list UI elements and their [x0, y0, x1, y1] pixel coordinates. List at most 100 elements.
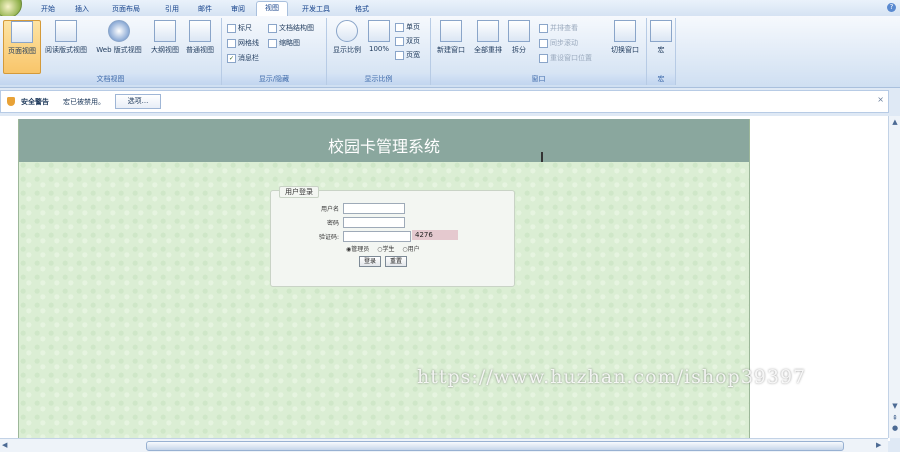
security-options-button[interactable]: 选项... [115, 94, 161, 109]
login-button[interactable]: 登录 [359, 256, 381, 267]
print-layout-button[interactable]: 页面视图 [3, 20, 41, 74]
scroll-up-icon[interactable]: ▲ [891, 118, 899, 126]
split-icon [508, 20, 530, 42]
reading-layout-icon [55, 20, 77, 42]
reset-window-icon [539, 53, 548, 63]
watermark-text: https://www.huzhan.com/ishop39397 [417, 366, 807, 388]
view-side-by-side-button: 并排查看 [539, 23, 578, 33]
switch-windows-icon [614, 20, 636, 42]
vertical-scrollbar[interactable]: ▲ ▼ ⇞ ● [888, 116, 900, 438]
username-input[interactable] [343, 203, 405, 214]
split-button[interactable]: 拆分 [507, 20, 531, 55]
scroll-left-icon[interactable]: ◀ [2, 441, 7, 449]
checkbox-icon [268, 23, 277, 33]
password-input[interactable] [343, 217, 405, 228]
macros-icon [650, 20, 672, 42]
close-icon[interactable]: × [877, 95, 884, 104]
gridlines-checkbox[interactable]: 网格线 [227, 38, 259, 48]
tab-format[interactable]: 格式 [350, 3, 374, 15]
arrange-all-button[interactable]: 全部重排 [471, 20, 505, 55]
radio-student[interactable]: ○学生 [377, 246, 397, 253]
captcha-image[interactable]: 4276 [412, 230, 458, 240]
group-label: 宏 [647, 74, 675, 85]
document-map-checkbox[interactable]: 文档结构图 [268, 23, 314, 33]
sync-scroll-button: 同步滚动 [539, 38, 578, 48]
reset-button[interactable]: 重置 [385, 256, 407, 267]
help-icon[interactable]: ? [887, 3, 896, 12]
new-window-button[interactable]: 新建窗口 [433, 20, 469, 55]
message-bar-checkbox[interactable]: ✓ 消息栏 [227, 53, 259, 63]
tab-home[interactable]: 开始 [36, 3, 60, 15]
group-label: 窗口 [431, 74, 646, 85]
draft-button[interactable]: 普通视图 [183, 20, 217, 55]
web-layout-button[interactable]: Web 版式视图 [92, 20, 146, 55]
outline-button[interactable]: 大纲视图 [148, 20, 182, 55]
group-window: 新建窗口 全部重排 拆分 并排查看 同步滚动 重设窗口位置 切换窗口 窗口 [431, 18, 647, 85]
login-legend: 用户登录 [279, 186, 319, 198]
checkmark-icon: ✓ [227, 53, 236, 63]
group-document-views: 页面视图 阅读版式视图 Web 版式视图 大纲视图 普通视图 文档视图 [0, 18, 222, 85]
horizontal-scroll-thumb[interactable] [146, 441, 844, 451]
tab-page-layout[interactable]: 页面布局 [104, 3, 148, 15]
new-window-icon [440, 20, 462, 42]
page-banner: 校园卡管理系统 [19, 119, 749, 162]
page-100-icon [368, 20, 390, 42]
switch-windows-button[interactable]: 切换窗口 [607, 20, 643, 55]
arrange-all-icon [477, 20, 499, 42]
tab-view[interactable]: 视图 [256, 1, 288, 17]
previous-page-icon[interactable]: ⇞ [891, 414, 899, 422]
thumbnails-checkbox[interactable]: 缩略图 [268, 38, 300, 48]
magnifier-icon [336, 20, 358, 42]
tab-review[interactable]: 审阅 [226, 3, 250, 15]
security-warning-bar: 安全警告 宏已被禁用。 选项... × [0, 90, 889, 113]
scroll-down-icon[interactable]: ▼ [891, 402, 899, 410]
side-by-side-icon [539, 23, 548, 33]
two-pages-icon [395, 36, 404, 46]
group-zoom: 显示比例 100% 单页 双页 页宽 显示比例 [327, 18, 431, 85]
one-page-icon [395, 22, 404, 32]
radio-user[interactable]: ○用户 [402, 246, 422, 253]
captcha-input[interactable] [343, 231, 411, 242]
page-width-icon [395, 50, 404, 60]
right-blank-pane [750, 119, 890, 441]
full-screen-reading-button[interactable]: 阅读版式视图 [42, 20, 90, 55]
checkbox-icon [227, 38, 236, 48]
page-width-button[interactable]: 页宽 [395, 50, 420, 60]
zoom-button[interactable]: 显示比例 [330, 20, 364, 55]
checkbox-icon [268, 38, 277, 48]
tab-references[interactable]: 引用 [160, 3, 184, 15]
outline-icon [154, 20, 176, 42]
web-layout-icon [108, 20, 130, 42]
macros-button[interactable]: 宏 [650, 20, 672, 55]
group-label: 文档视图 [0, 74, 221, 85]
draft-icon [189, 20, 211, 42]
two-pages-button[interactable]: 双页 [395, 36, 420, 46]
radio-admin[interactable]: ◉管理员 [346, 246, 372, 253]
ribbon-body: 页面视图 阅读版式视图 Web 版式视图 大纲视图 普通视图 文档视图 标尺 文… [0, 16, 900, 88]
role-radio-group: ◉管理员 ○学生 ○用户 [346, 244, 426, 253]
web-page-content: 校园卡管理系统 用户登录 用户名 密码 验证码: 4276 ◉管理员 ○学生 ○… [18, 119, 750, 444]
tab-mailings[interactable]: 邮件 [193, 3, 217, 15]
scroll-right-icon[interactable]: ▶ [876, 441, 881, 449]
password-label: 密码 [326, 220, 339, 227]
security-warning-message: 宏已被禁用。 [63, 98, 105, 106]
document-area: 校园卡管理系统 用户登录 用户名 密码 验证码: 4276 ◉管理员 ○学生 ○… [0, 116, 890, 444]
text-cursor-icon [541, 152, 543, 162]
ribbon-tab-row: 开始 插入 页面布局 引用 邮件 审阅 视图 开发工具 格式 ? [0, 0, 900, 18]
one-page-button[interactable]: 单页 [395, 22, 420, 32]
tab-developer[interactable]: 开发工具 [296, 3, 336, 15]
group-macros: 宏 宏 [647, 18, 676, 85]
security-warning-title: 安全警告 [21, 98, 49, 106]
print-layout-icon [11, 21, 33, 43]
group-show-hide: 标尺 文档结构图 网格线 缩略图 ✓ 消息栏 显示/隐藏 [222, 18, 327, 85]
group-label: 显示/隐藏 [222, 74, 326, 85]
ruler-checkbox[interactable]: 标尺 [227, 23, 252, 33]
username-label: 用户名 [320, 206, 339, 213]
horizontal-scrollbar[interactable]: ◀ ▶ [0, 438, 888, 452]
reset-window-button: 重设窗口位置 [539, 53, 592, 63]
select-browse-object-icon[interactable]: ● [891, 424, 899, 432]
zoom-100-button[interactable]: 100% [366, 20, 392, 53]
checkbox-icon [227, 23, 236, 33]
sync-scroll-icon [539, 38, 548, 48]
tab-insert[interactable]: 插入 [70, 3, 94, 15]
